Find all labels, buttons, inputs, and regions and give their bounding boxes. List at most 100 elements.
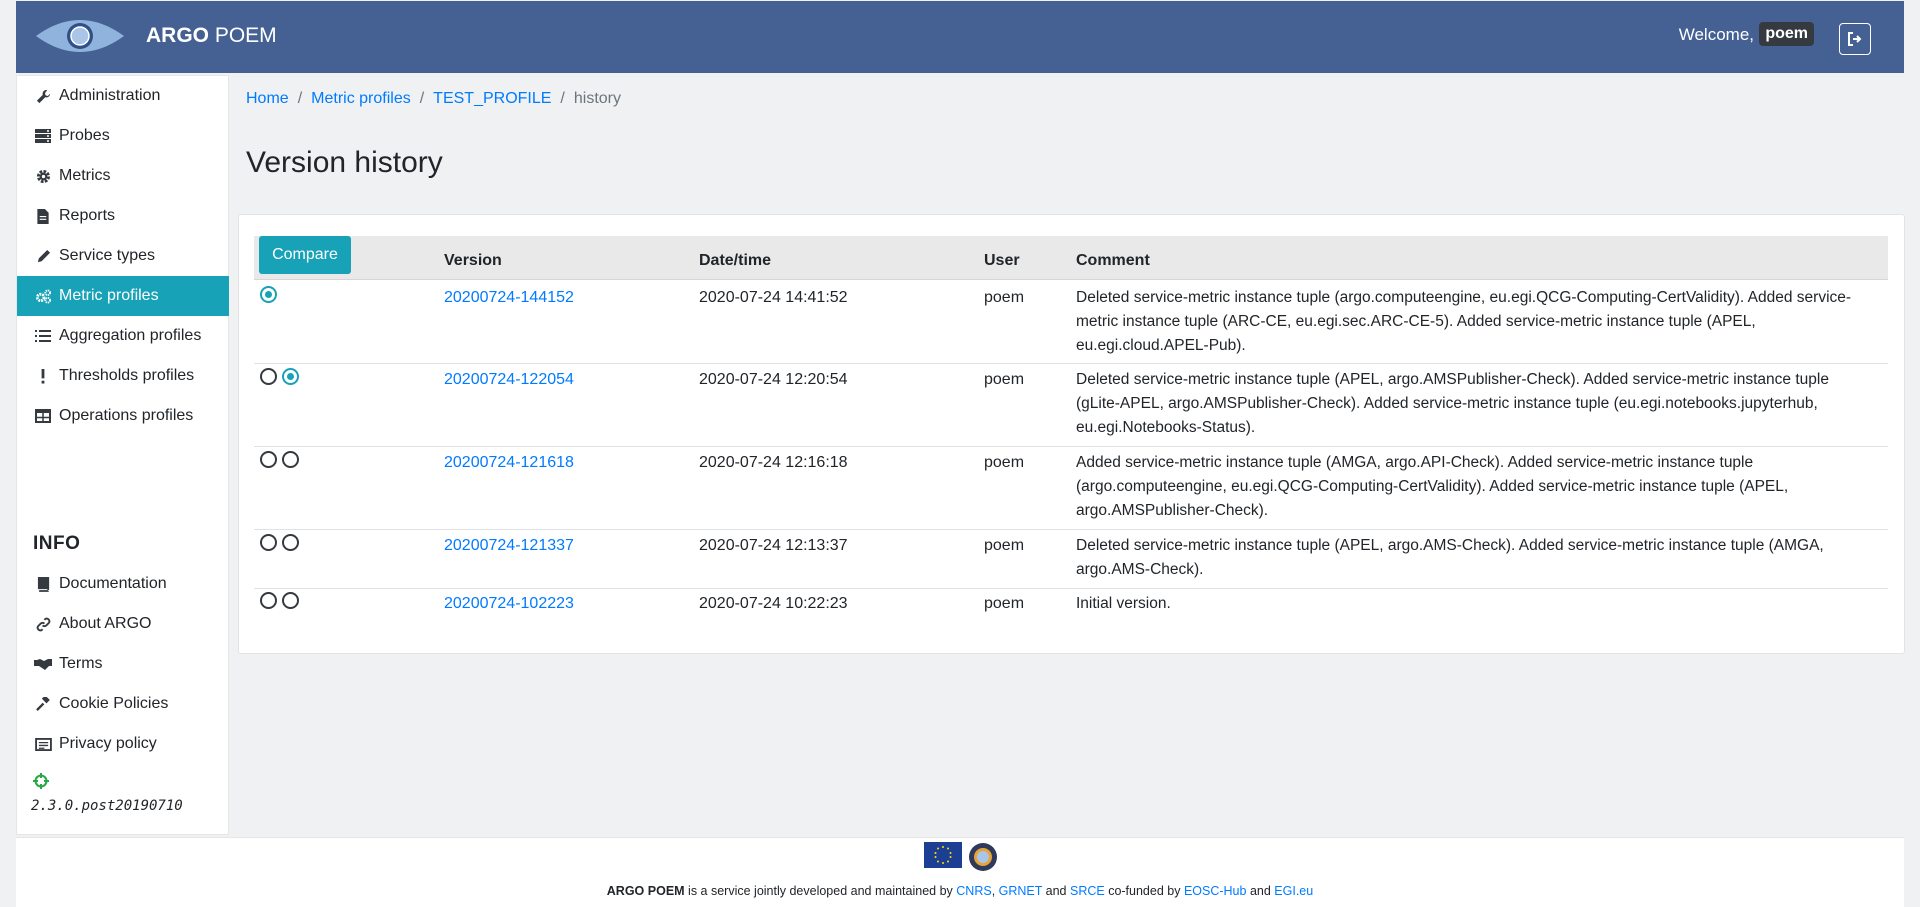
- sidebar-item-privacy-policy[interactable]: Privacy policy: [17, 724, 229, 764]
- sidebar-item-aggregation-profiles[interactable]: Aggregation profiles: [17, 316, 229, 356]
- breadcrumb-separator: /: [297, 90, 303, 107]
- sidebar-item-label: Probes: [59, 127, 110, 144]
- comment-cell: Added service-metric instance tuple (AMG…: [1076, 454, 1789, 519]
- footer-brand: ARGO POEM: [606, 884, 685, 898]
- server-icon: [34, 128, 52, 144]
- breadcrumb-separator: /: [560, 90, 565, 107]
- datetime-cell: 2020-07-24 12:20:54: [699, 371, 848, 388]
- info-heading: INFO: [33, 533, 81, 554]
- column-header-comment: Comment: [1076, 252, 1150, 269]
- sidebar-item-operations-profiles[interactable]: Operations profiles: [17, 396, 229, 436]
- version-text: 2.3.0.post20190710: [31, 798, 183, 814]
- table-icon: [34, 408, 52, 424]
- column-header-user: User: [984, 252, 1020, 269]
- version-link[interactable]: 20200724-121337: [444, 534, 574, 558]
- sidebar-item-label: Terms: [59, 655, 103, 672]
- user-cell: poem: [984, 537, 1025, 554]
- footer-link-srce[interactable]: SRCE: [1070, 884, 1105, 898]
- sidebar-item-label: About ARGO: [59, 615, 152, 632]
- wrench-icon: [34, 88, 52, 104]
- file-icon: [34, 208, 52, 224]
- logout-button[interactable]: [1839, 23, 1871, 55]
- handshake-icon: [34, 656, 52, 672]
- sidebar: Administration Probes Metrics Reports Se…: [16, 75, 229, 835]
- user-cell: poem: [984, 289, 1025, 306]
- breadcrumb-home[interactable]: Home: [246, 90, 289, 108]
- sidebar-item-documentation[interactable]: Documentation: [17, 564, 229, 604]
- argo-logo[interactable]: [34, 14, 126, 58]
- brand-bold: ARGO: [146, 24, 209, 47]
- top-navbar: ARGO POEM Welcome, poem: [16, 1, 1904, 73]
- breadcrumb-current: history: [573, 90, 621, 107]
- radio-compare-old[interactable]: [260, 592, 277, 609]
- column-header-datetime: Date/time: [699, 252, 772, 269]
- sidebar-item-about-argo[interactable]: About ARGO: [17, 604, 229, 644]
- footer-logos: [924, 842, 998, 872]
- footer-link-cnrs[interactable]: CNRS: [956, 884, 991, 898]
- sidebar-item-terms[interactable]: Terms: [17, 644, 229, 684]
- newspaper-icon: [34, 736, 52, 752]
- footer-text-part: co-funded by: [1104, 884, 1184, 898]
- breadcrumb: Home / Metric profiles / TEST_PROFILE / …: [246, 90, 621, 108]
- sidebar-item-label: Cookie Policies: [59, 695, 169, 712]
- sidebar-item-label: Thresholds profiles: [59, 367, 195, 384]
- sidebar-item-administration[interactable]: Administration: [17, 76, 229, 116]
- pen-icon: [34, 248, 52, 264]
- comment-cell: Deleted service-metric instance tuple (A…: [1076, 537, 1824, 578]
- footer-link-eosc-hub[interactable]: EOSC-Hub: [1184, 884, 1247, 898]
- brand-rest: POEM: [209, 24, 277, 47]
- radio-compare-old[interactable]: [260, 534, 277, 551]
- crosshairs-icon: [33, 773, 49, 789]
- app-brand[interactable]: ARGO POEM: [146, 24, 277, 48]
- datetime-cell: 2020-07-24 10:22:23: [699, 595, 848, 612]
- footer-text-part: and: [1246, 884, 1275, 898]
- gavel-icon: [34, 696, 52, 712]
- footer-link-egi[interactable]: EGI.eu: [1274, 884, 1313, 898]
- footer-link-grnet[interactable]: GRNET: [999, 884, 1043, 898]
- sidebar-item-metric-profiles[interactable]: Metric profiles: [17, 276, 229, 316]
- sidebar-item-reports[interactable]: Reports: [17, 196, 229, 236]
- breadcrumb-metric-profiles[interactable]: Metric profiles: [311, 90, 411, 108]
- sidebar-item-service-types[interactable]: Service types: [17, 236, 229, 276]
- sidebar-item-thresholds-profiles[interactable]: Thresholds profiles: [17, 356, 229, 396]
- sidebar-item-label: Reports: [59, 207, 116, 224]
- user-cell: poem: [984, 595, 1025, 612]
- sidebar-item-label: Privacy policy: [59, 735, 157, 752]
- breadcrumb-profile[interactable]: TEST_PROFILE: [433, 90, 551, 108]
- radio-compare-new[interactable]: [282, 451, 299, 468]
- version-link[interactable]: 20200724-144152: [444, 286, 574, 310]
- eosc-logo: [969, 843, 997, 871]
- footer-text-part: ,: [991, 884, 999, 898]
- version-link[interactable]: 20200724-121618: [444, 451, 574, 475]
- sidebar-item-metrics[interactable]: Metrics: [17, 156, 229, 196]
- radio-compare-new[interactable]: [282, 534, 299, 551]
- sidebar-item-label: Metrics: [59, 167, 111, 184]
- sidebar-item-cookie-policies[interactable]: Cookie Policies: [17, 684, 229, 724]
- version-link[interactable]: 20200724-102223: [444, 592, 574, 616]
- footer-text-part: is a service jointly developed and maint…: [684, 884, 957, 898]
- compare-button[interactable]: Compare: [259, 236, 351, 274]
- radio-compare-old[interactable]: [260, 451, 277, 468]
- comment-cell: Deleted service-metric instance tuple (A…: [1076, 371, 1829, 436]
- radio-compare-new[interactable]: [260, 286, 277, 303]
- radio-compare-old[interactable]: [260, 368, 277, 385]
- user-cell: poem: [984, 454, 1025, 471]
- radio-compare-new[interactable]: [282, 592, 299, 609]
- sidebar-item-label: Service types: [59, 247, 156, 264]
- list-icon: [34, 328, 52, 344]
- footer-text-part: and: [1042, 884, 1070, 898]
- sidebar-item-label: Administration: [59, 87, 161, 104]
- sidebar-item-probes[interactable]: Probes: [17, 116, 229, 156]
- user-cell: poem: [984, 371, 1025, 388]
- cog-icon: [34, 168, 52, 184]
- radio-compare-new[interactable]: [282, 368, 299, 385]
- version-link[interactable]: 20200724-122054: [444, 368, 574, 392]
- breadcrumb-separator: /: [419, 90, 425, 107]
- exclamation-icon: [34, 368, 52, 384]
- book-icon: [34, 576, 52, 592]
- datetime-cell: 2020-07-24 12:16:18: [699, 454, 848, 471]
- link-icon: [34, 616, 52, 632]
- eu-flag-icon: [924, 842, 962, 868]
- comment-cell: Initial version.: [1076, 595, 1171, 612]
- sidebar-item-label: Metric profiles: [59, 287, 159, 304]
